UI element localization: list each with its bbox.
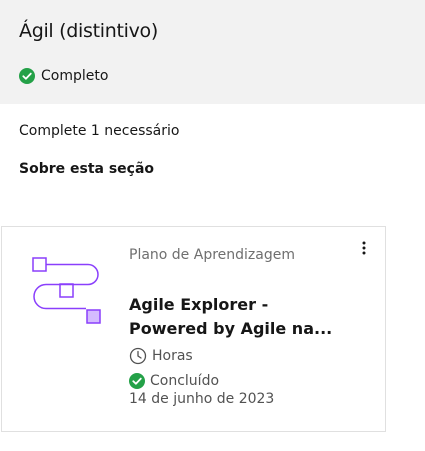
overflow-menu-vertical-icon xyxy=(362,241,366,255)
badge-title: Ágil (distintivo) xyxy=(19,20,158,42)
checkmark-filled-icon xyxy=(19,68,35,84)
learning-plan-card[interactable]: Plano de Aprendizagem Agile Explorer - P… xyxy=(1,226,386,432)
clock-icon xyxy=(129,347,147,365)
completion-date: 14 de junho de 2023 xyxy=(129,391,275,407)
badge-status-label: Completo xyxy=(41,68,109,84)
about-section-heading: Sobre esta seção xyxy=(19,161,155,177)
card-title-link[interactable]: Agile Explorer - Powered by Agile na... xyxy=(129,293,344,341)
card-status: Concluído xyxy=(129,373,219,389)
learning-plan-path-icon xyxy=(32,257,101,324)
card-duration: Horas xyxy=(129,347,193,365)
status-label: Concluído xyxy=(150,373,220,389)
card-type-label: Plano de Aprendizagem xyxy=(129,247,295,263)
badge-status: Completo xyxy=(19,66,108,86)
overflow-menu-button[interactable] xyxy=(355,237,373,259)
badge-header: Ágil (distintivo) Completo xyxy=(0,0,425,104)
checkmark-filled-icon xyxy=(129,373,145,389)
duration-label: Horas xyxy=(152,348,193,364)
requirement-text: Complete 1 necessário xyxy=(19,123,180,139)
